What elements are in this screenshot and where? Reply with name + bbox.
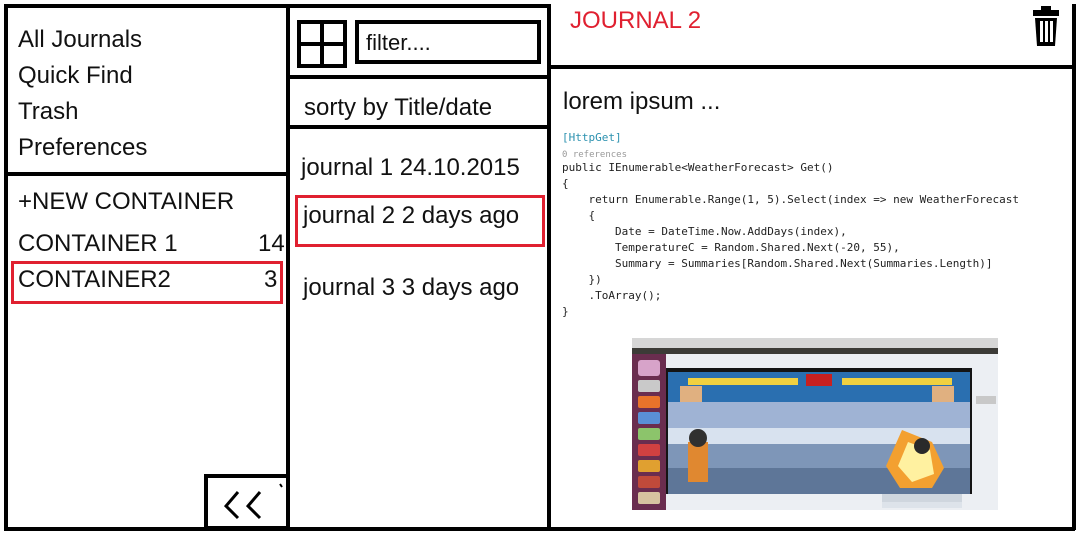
nav-item-preferences[interactable]: Preferences	[18, 133, 147, 163]
sort-toggle[interactable]: sorty by Title/date	[304, 93, 492, 123]
divider	[4, 4, 289, 8]
divider	[288, 4, 548, 8]
grid-view-button[interactable]	[297, 20, 347, 68]
game-screenshot-image	[632, 338, 998, 510]
journal-item-selected[interactable]: journal 2 2 days ago	[303, 201, 519, 231]
filter-input[interactable]: filter....	[355, 20, 541, 64]
nav-item-all-journals[interactable]: All Journals	[18, 25, 142, 55]
container-label: CONTAINER 1	[18, 230, 178, 257]
journal-item[interactable]: journal 3 3 days ago	[303, 273, 519, 303]
code-line: Summary = Summaries[Random.Shared.Next(S…	[562, 257, 993, 270]
code-line: }	[562, 305, 569, 318]
divider	[4, 4, 8, 530]
journal-body-text[interactable]: lorem ipsum ...	[563, 87, 720, 117]
code-attribute: [HttpGet]	[562, 131, 622, 144]
container-label: CONTAINER2	[18, 266, 171, 293]
code-snippet-image: [HttpGet] 0 references public IEnumerabl…	[556, 126, 1072, 326]
divider	[1072, 4, 1076, 530]
divider	[288, 125, 550, 129]
divider	[286, 4, 290, 530]
new-container-button[interactable]: +NEW CONTAINER	[18, 187, 234, 217]
divider	[547, 4, 551, 530]
journal-item[interactable]: journal 1 24.10.2015	[301, 153, 520, 183]
double-chevron-left-icon	[223, 483, 283, 520]
code-line: TemperatureC = Random.Shared.Next(-20, 5…	[562, 241, 900, 254]
code-line: .ToArray();	[562, 289, 662, 302]
container-count: 14	[258, 230, 285, 257]
nav-item-quick-find[interactable]: Quick Find	[18, 61, 133, 91]
divider	[288, 75, 550, 79]
trash-icon[interactable]	[1032, 6, 1060, 46]
code-line: {	[562, 177, 569, 190]
divider	[4, 172, 290, 176]
code-line: return Enumerable.Range(1, 5).Select(ind…	[562, 193, 1019, 206]
nav-item-trash[interactable]: Trash	[18, 97, 78, 127]
filter-placeholder: filter....	[366, 30, 431, 55]
journal-title: JOURNAL 2	[570, 7, 702, 34]
divider	[549, 65, 1075, 69]
code-line: public IEnumerable<WeatherForecast> Get(…	[562, 161, 834, 174]
code-line: {	[562, 209, 596, 222]
grid-icon	[301, 24, 343, 64]
container-count: 3	[264, 266, 278, 293]
collapse-sidebar-button[interactable]	[204, 474, 288, 530]
code-line: })	[562, 273, 602, 286]
divider	[549, 527, 1075, 531]
code-line: Date = DateTime.Now.AddDays(index),	[562, 225, 847, 238]
